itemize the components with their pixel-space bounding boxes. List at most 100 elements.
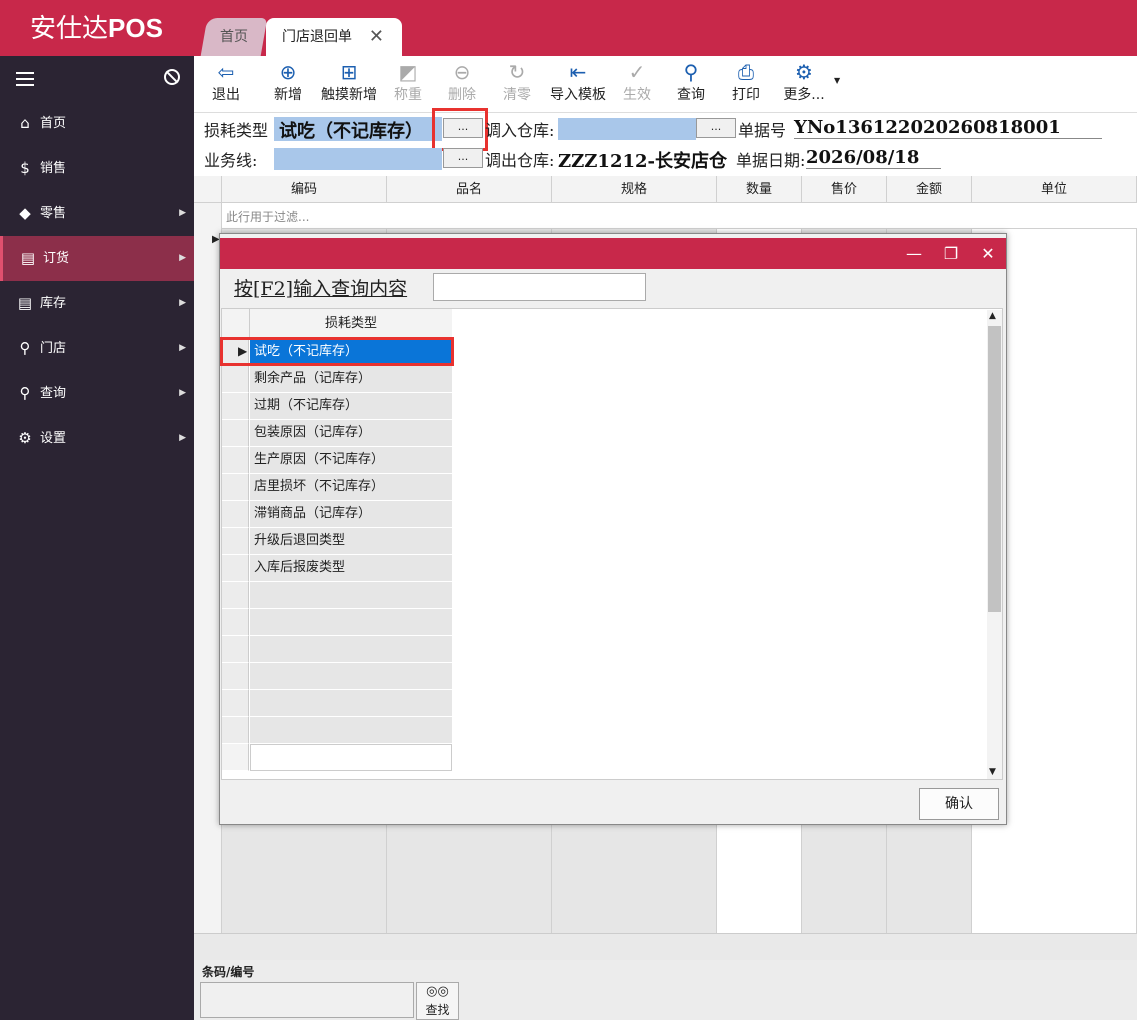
clear-button[interactable]: ↻ 清零 [497,58,537,112]
row-header [222,528,249,555]
find-button[interactable]: ◎◎ 查找 [416,982,459,1020]
chevron-up-icon[interactable]: ▲ [989,311,996,321]
gear-icon: ⚙ [795,60,813,84]
sidebar-item-query[interactable]: ⚲ 查询 ▶ [0,371,194,416]
business-line-ellipsis-button[interactable]: ... [443,148,483,168]
grid-col-spec[interactable]: 规格 [552,176,717,203]
sidebar-item-label: 门店 [40,341,67,356]
tab-home-label: 首页 [220,29,248,45]
chevron-right-icon: ▶ [179,208,186,218]
tab-home[interactable]: 首页 [200,18,268,56]
row-header [222,690,249,717]
grid-col-code[interactable]: 编码 [222,176,387,203]
list-header-loss-type[interactable]: 损耗类型 [250,309,452,339]
filter-row[interactable] [194,203,1137,229]
loss-type-value: 试吃（不记库存） [279,121,423,142]
query-input[interactable] [433,273,646,301]
chevron-down-icon[interactable]: ▼ [989,767,996,777]
dollar-icon: $ [20,159,30,177]
list-item[interactable]: 入库后报废类型 [250,555,452,582]
minimize-icon[interactable]: — [896,238,932,269]
chevron-right-icon: ▶ [179,388,186,398]
confirm-button[interactable]: 确认 [919,788,999,820]
highlight-box [220,337,454,366]
grid-col-price[interactable]: 售价 [802,176,887,203]
row-header [222,366,249,393]
close-icon[interactable]: ✕ [369,18,384,56]
barcode-label: 条码/编号 [202,965,255,979]
close-icon[interactable]: ✕ [970,238,1006,269]
database-icon: ▤ [17,294,33,312]
in-warehouse-ellipsis-button[interactable]: ... [696,118,736,138]
exit-icon: ⇦ [217,60,235,84]
row-header [222,609,249,636]
in-warehouse-field[interactable] [558,118,696,140]
add-file-icon: ⊞ [340,60,358,84]
list-item[interactable]: 剩余产品（记库存） [250,366,452,393]
exit-button[interactable]: ⇦ 退出 [206,58,246,112]
grid-col-unit[interactable]: 单位 [972,176,1137,203]
row-header [222,717,249,744]
import-template-button[interactable]: ⇤ 导入模板 [547,58,609,112]
query-button[interactable]: ⚲ 查询 [671,58,711,112]
list-item[interactable]: 过期（不记库存） [250,393,452,420]
menu-icon[interactable] [16,72,34,86]
grid-col-name[interactable]: 品名 [387,176,552,203]
out-warehouse-label: 调出仓库: [485,151,555,170]
doc-date-label: 单据日期: [736,151,806,170]
clear-label: 清零 [503,87,531,103]
sidebar-item-label: 设置 [40,431,67,446]
sidebar-item-label: 零售 [40,206,67,221]
list-item[interactable]: 店里损坏（不记库存） [250,474,452,501]
sidebar-item-inventory[interactable]: ▤ 库存 ▶ [0,281,194,326]
filter-placeholder: 此行用于过滤... [226,210,310,224]
business-line-field[interactable] [274,148,442,170]
activate-button[interactable]: ✓ 生效 [617,58,657,112]
row-header [222,555,249,582]
business-line-label: 业务线: [204,151,258,170]
list-item[interactable]: 升级后退回类型 [250,528,452,555]
list-item[interactable]: 生产原因（不记库存） [250,447,452,474]
caret-down-icon[interactable]: ▼ [834,76,840,85]
barcode-input[interactable] [200,982,414,1018]
import-template-label: 导入模板 [550,87,606,103]
list-item[interactable]: 包装原因（记库存） [250,420,452,447]
weigh-button[interactable]: ◩ 称重 [388,58,428,112]
sidebar-item-store[interactable]: ⚲ 门店 ▶ [0,326,194,371]
sidebar-item-label: 首页 [40,116,67,131]
sidebar-item-settings[interactable]: ⚙ 设置 ▶ [0,416,194,461]
row-header-column [194,203,222,960]
app-title-en: POS [108,13,163,43]
delete-button[interactable]: ⊖ 删除 [442,58,482,112]
grid-col-qty[interactable]: 数量 [717,176,802,203]
restore-icon[interactable]: ❐ [933,238,969,269]
sidebar-item-home[interactable]: ⌂ 首页 [0,101,194,146]
sidebar-item-order[interactable]: ▤ 订货 ▶ [0,236,194,281]
minus-circle-icon: ⊖ [453,60,471,84]
list-item-empty [250,717,452,744]
search-icon: ⚲ [19,384,31,402]
list-item[interactable]: 滞销商品（记库存） [250,501,452,528]
activate-label: 生效 [623,87,651,103]
touch-add-button[interactable]: ⊞ 触摸新增 [318,58,380,112]
more-button[interactable]: ⚙ 更多... [776,58,832,112]
row-header [222,393,249,420]
ban-icon[interactable] [164,69,180,85]
grid-summary-row [194,933,1137,960]
doc-no-label: 单据号 [738,121,787,140]
exit-label: 退出 [212,87,240,103]
tab-store-return[interactable]: 门店退回单 ✕ [266,18,402,56]
print-button[interactable]: ⎙ 打印 [726,58,766,112]
chevron-right-icon: ▶ [179,253,186,263]
grid-col-amount[interactable]: 金额 [887,176,972,203]
app-title-cn: 安仕达 [30,14,109,44]
scrollbar-thumb[interactable] [988,326,1001,612]
check-circle-icon: ✓ [628,60,646,84]
sidebar-item-label: 订货 [43,251,70,266]
add-button[interactable]: ⊕ 新增 [268,58,308,112]
sidebar-item-sales[interactable]: $ 销售 [0,146,194,191]
sidebar-item-retail[interactable]: ◆ 零售 ▶ [0,191,194,236]
row-header [222,663,249,690]
list-item-empty [250,663,452,690]
query-label: 查询 [677,87,705,103]
